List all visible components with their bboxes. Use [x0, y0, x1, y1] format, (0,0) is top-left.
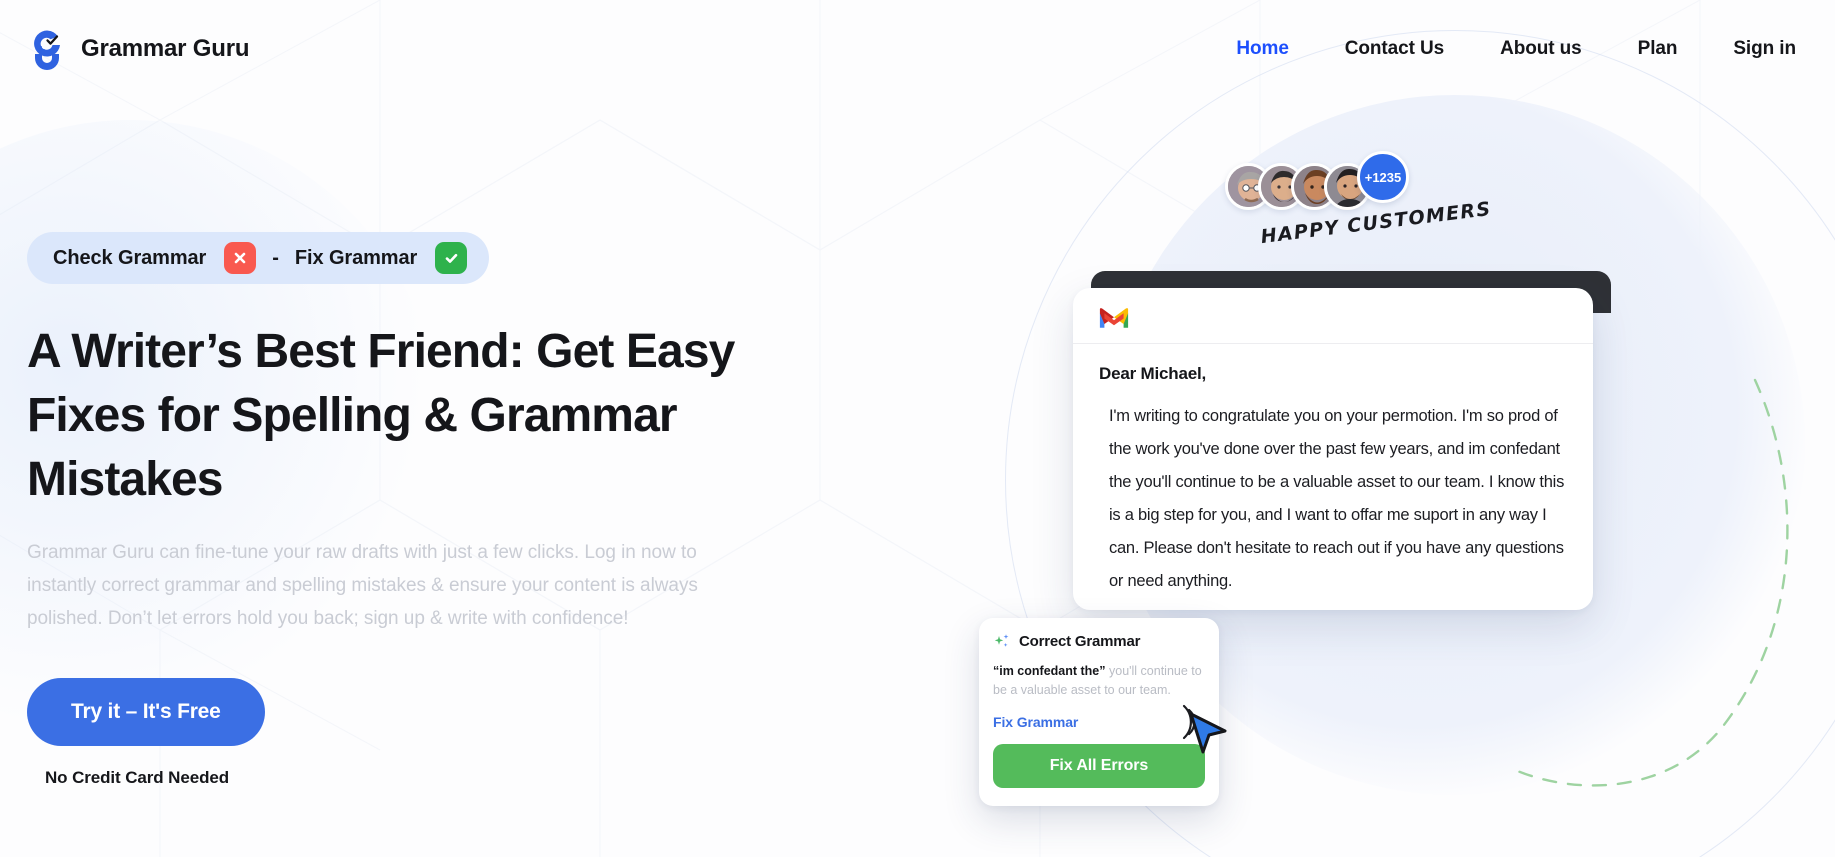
try-it-free-button[interactable]: Try it – It's Free: [27, 677, 265, 746]
brand-logo-group[interactable]: Grammar Guru: [27, 25, 250, 73]
hero-illustration: +1235 HAPPY CUSTOMERS Dear Michael, I'm …: [895, 0, 1835, 857]
x-mark-icon: [224, 242, 257, 274]
fix-grammar-link[interactable]: Fix Grammar: [993, 714, 1205, 730]
nav-item-home[interactable]: Home: [1208, 28, 1316, 70]
pill-separator: -: [272, 246, 279, 269]
fix-all-errors-button[interactable]: Fix All Errors: [993, 743, 1205, 788]
pill-check-grammar-label: Check Grammar: [53, 246, 207, 269]
sparkle-icon: [994, 634, 1009, 647]
nav-item-contact-us[interactable]: Contact Us: [1317, 28, 1472, 70]
email-body-text: I'm writing to congratulate you on your …: [1109, 407, 1565, 590]
hero-content: Check Grammar - Fix Grammar A Writer’s B…: [27, 232, 827, 788]
nav-item-plan[interactable]: Plan: [1610, 28, 1706, 70]
customer-avatar-stack: +1235: [1225, 151, 1409, 212]
hero-description: Grammar Guru can fine-tune your raw draf…: [27, 542, 698, 629]
popup-suggestion-text: “im confedant the” you'll continue to be…: [993, 662, 1205, 700]
nav-item-about-us[interactable]: About us: [1472, 28, 1610, 70]
correct-grammar-popup: Correct Grammar “im confedant the” you'l…: [979, 618, 1219, 806]
avatar-overflow-count: +1235: [1357, 151, 1409, 203]
site-header: Grammar Guru Home Contact Us About us Pl…: [0, 0, 1835, 98]
gmail-icon: [1099, 308, 1129, 328]
email-greeting: Dear Michael,: [1099, 364, 1207, 383]
nav-item-sign-in[interactable]: Sign in: [1705, 28, 1802, 70]
page-title: A Writer’s Best Friend: Get Easy Fixes f…: [27, 325, 735, 506]
pill-fix-grammar-label: Fix Grammar: [294, 246, 418, 269]
landing-page: Grammar Guru Home Contact Us About us Pl…: [0, 0, 1835, 857]
email-header-divider: [1073, 343, 1593, 344]
popup-title: Correct Grammar: [1019, 632, 1141, 650]
popup-error-phrase: “im confedant the”: [993, 664, 1106, 678]
email-preview-card: Dear Michael, I'm writing to congratulat…: [1073, 288, 1593, 610]
primary-navigation: Home Contact Us About us Plan Sign in: [1208, 28, 1802, 70]
brand-name: Grammar Guru: [81, 35, 250, 62]
grammar-guru-check-logo-icon: [34, 30, 60, 70]
popup-header: Correct Grammar: [993, 632, 1205, 650]
grammar-status-pill: Check Grammar - Fix Grammar: [27, 232, 490, 284]
check-mark-icon: [435, 242, 468, 274]
no-credit-card-note: No Credit Card Needed: [45, 767, 229, 787]
